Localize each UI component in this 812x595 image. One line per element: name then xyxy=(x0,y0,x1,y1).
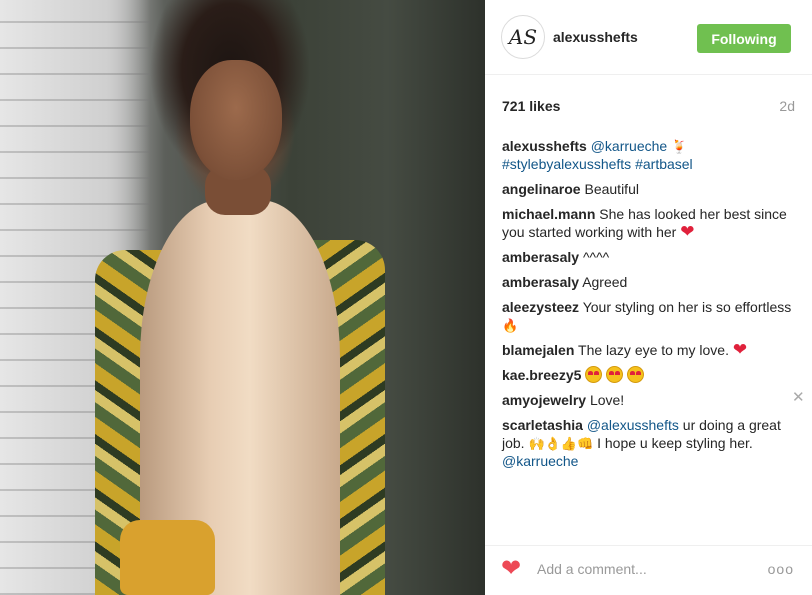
comment-item: michael.mann She has looked her best sin… xyxy=(502,205,792,241)
comment-username[interactable]: alexusshefts xyxy=(502,138,587,154)
likes-row: 721 likes 2d xyxy=(502,98,795,116)
post-photo[interactable] xyxy=(0,0,485,595)
photo-face xyxy=(190,60,282,180)
comment-username[interactable]: amyojewelry xyxy=(502,392,586,408)
close-icon[interactable]: ✕ xyxy=(792,390,805,405)
comment-username[interactable]: blamejalen xyxy=(502,342,574,358)
hashtag-link[interactable]: #artbasel xyxy=(635,156,693,172)
comment-username[interactable]: kae.breezy5 xyxy=(502,367,581,383)
comment-username[interactable]: scarletashia xyxy=(502,417,583,433)
post-username[interactable]: alexusshefts xyxy=(553,29,638,45)
comment-item: amberasaly ^^^^ xyxy=(502,248,792,266)
comment-text: Love! xyxy=(589,392,625,408)
post-side-panel: AS alexusshefts Following 721 likes 2d a… xyxy=(485,0,812,595)
comment-item: amberasaly Agreed xyxy=(502,273,792,291)
heart-icon[interactable]: ❤ xyxy=(501,557,521,581)
comment-text: Your styling on her is so effortless xyxy=(582,299,792,315)
comments-list: alexusshefts @karrueche 🍹 #stylebyalexuss… xyxy=(502,137,805,477)
heart-eyes-emoji xyxy=(585,366,603,383)
mention-link[interactable]: @karrueche xyxy=(591,138,667,154)
likes-count[interactable]: 721 likes xyxy=(502,98,560,114)
post-header: AS alexusshefts Following xyxy=(485,0,812,75)
avatar[interactable]: AS xyxy=(501,15,545,59)
comment-text: Agreed xyxy=(582,274,628,290)
more-options-icon[interactable]: ooo xyxy=(768,561,794,577)
mention-link[interactable]: @alexusshefts xyxy=(587,417,679,433)
photo-bag xyxy=(120,520,215,595)
comment-item: alexusshefts @karrueche 🍹 #stylebyalexuss… xyxy=(502,137,792,173)
comment-text: I hope u keep styling her. xyxy=(593,435,753,451)
comment-text: The lazy eye to my love. xyxy=(578,342,729,358)
post-time[interactable]: 2d xyxy=(779,98,795,114)
comment-item: kae.breezy5 xyxy=(502,366,792,384)
comment-username[interactable]: angelinaroe xyxy=(502,181,581,197)
comment-username[interactable]: aleezysteez xyxy=(502,299,579,315)
post-footer: ❤ ooo xyxy=(485,545,812,595)
comment-username[interactable]: michael.mann xyxy=(502,206,595,222)
emoji: 🔥 xyxy=(502,318,519,333)
comment-text: ^^^^ xyxy=(582,249,610,265)
emoji: ❤ xyxy=(680,222,695,241)
comment-item: angelinaroe Beautiful xyxy=(502,180,792,198)
following-button[interactable]: Following xyxy=(697,24,791,53)
emoji: ❤ xyxy=(732,340,748,359)
comment-item: amyojewelry Love! ✕ xyxy=(502,390,805,409)
heart-eyes-emoji xyxy=(627,366,645,383)
comment-username[interactable]: amberasaly xyxy=(502,249,579,265)
emoji: 🍹 xyxy=(671,139,688,154)
heart-eyes-emoji xyxy=(606,366,624,383)
comment-item: aleezysteez Your styling on her is so ef… xyxy=(502,298,792,334)
emoji: 🙌👌👍👊 xyxy=(528,436,594,451)
comment-text: Beautiful xyxy=(584,181,639,197)
comment-input[interactable] xyxy=(537,558,757,580)
comment-item: blamejalen The lazy eye to my love. ❤ xyxy=(502,341,792,359)
hashtag-link[interactable]: #stylebyalexusshefts xyxy=(502,156,631,172)
comment-username[interactable]: amberasaly xyxy=(502,274,579,290)
comment-item: scarletashia @alexusshefts ur doing a gr… xyxy=(502,416,792,470)
mention-link[interactable]: @karrueche xyxy=(502,453,578,469)
